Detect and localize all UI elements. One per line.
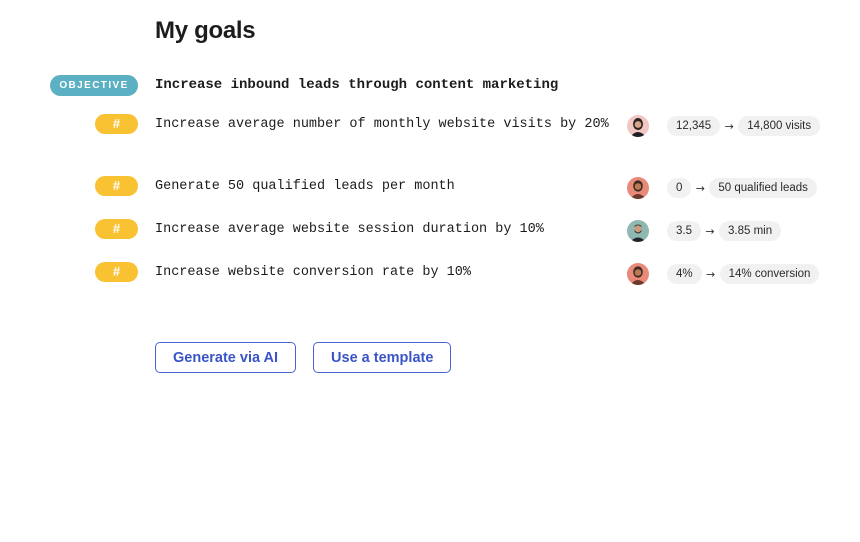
target-value: 14% conversion <box>719 264 820 284</box>
start-value: 12,345 <box>667 116 721 136</box>
action-buttons: Generate via AI Use a template <box>155 342 452 373</box>
key-result-title[interactable]: Generate 50 qualified leads per month <box>155 177 620 197</box>
key-result-title[interactable]: Increase website conversion rate by 10% <box>155 263 620 283</box>
key-result-title[interactable]: Increase average number of monthly websi… <box>155 115 620 135</box>
key-result-metric[interactable]: 12,345 → 14,800 visits <box>667 116 821 136</box>
objective-title[interactable]: Increase inbound leads through content m… <box>155 77 558 93</box>
target-value: 3.85 min <box>719 221 782 241</box>
key-result-badge: # <box>95 176 138 196</box>
arrow-right-icon: → <box>705 224 715 238</box>
page-title: My goals <box>155 17 256 44</box>
owner-avatar[interactable] <box>627 220 649 242</box>
owner-avatar[interactable] <box>627 177 649 199</box>
key-result-metric[interactable]: 4% → 14% conversion <box>667 264 820 284</box>
key-result-title[interactable]: Increase average website session duratio… <box>155 220 620 240</box>
use-template-button[interactable]: Use a template <box>313 342 452 373</box>
start-value: 0 <box>667 178 692 198</box>
arrow-right-icon: → <box>706 267 716 281</box>
owner-avatar[interactable] <box>627 263 649 285</box>
owner-avatar[interactable] <box>627 115 649 137</box>
arrow-right-icon: → <box>695 181 706 195</box>
objective-badge: OBJECTIVE <box>50 75 138 96</box>
start-value: 3.5 <box>667 221 701 241</box>
generate-via-ai-button[interactable]: Generate via AI <box>155 342 297 373</box>
key-result-badge: # <box>95 114 138 134</box>
objective-row[interactable]: OBJECTIVE Increase inbound leads through… <box>50 75 830 97</box>
key-result-badge: # <box>95 219 138 239</box>
start-value: 4% <box>667 264 702 284</box>
key-result-metric[interactable]: 3.5 → 3.85 min <box>667 221 782 241</box>
key-result-metric[interactable]: 0 → 50 qualified leads <box>667 178 817 198</box>
target-value: 50 qualified leads <box>709 178 817 198</box>
arrow-right-icon: → <box>724 119 734 133</box>
target-value: 14,800 visits <box>738 116 821 136</box>
key-result-badge: # <box>95 262 138 282</box>
